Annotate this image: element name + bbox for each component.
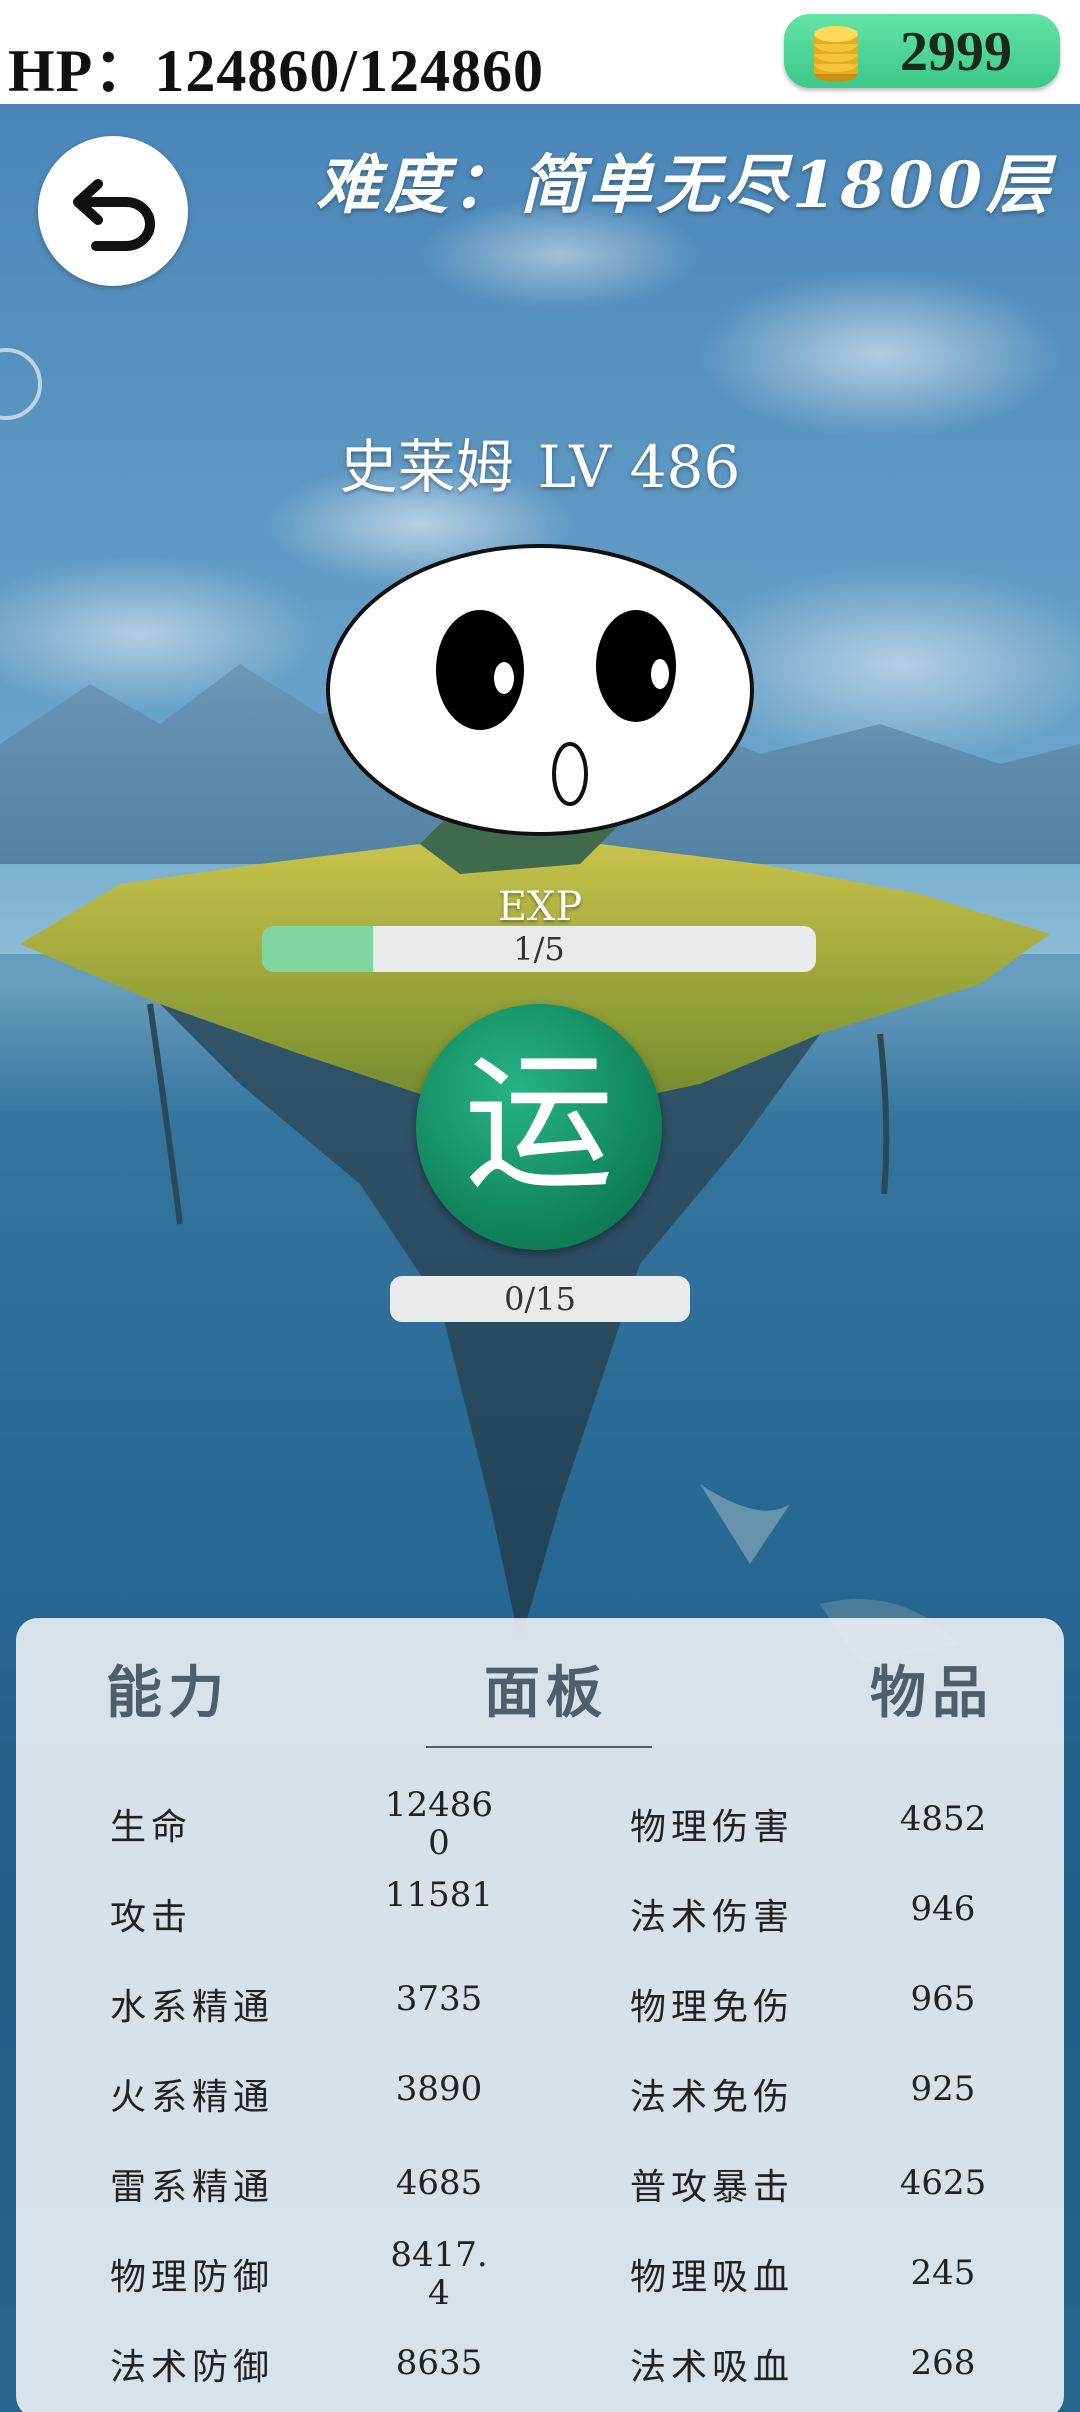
- tab-items[interactable]: 物品: [870, 1648, 994, 1729]
- top-bar: HP：124860/124860 2999: [0, 0, 1080, 104]
- monster-name: 史莱姆: [339, 433, 514, 501]
- stat-value: 268: [910, 2343, 976, 2383]
- stat-label: 物理吸血: [630, 2257, 795, 2298]
- stat-value: 11581: [384, 1875, 494, 1915]
- stat-label: 生命: [110, 1807, 193, 1848]
- stat-value: 3890: [395, 2069, 483, 2109]
- battle-scene: 难度：简单无尽1800层 史莱姆 LV 486 EXP 1/5 运 0/15 能力…: [0, 104, 1080, 2412]
- stat-value: 8417.4: [390, 2235, 488, 2313]
- stat-label: 物理伤害: [630, 1807, 795, 1848]
- back-button[interactable]: [38, 136, 188, 286]
- stat-value: 124860: [384, 1785, 494, 1863]
- exp-progress-bar: 1/5: [262, 926, 816, 972]
- coin-count: 2999: [900, 21, 1012, 83]
- stat-label: 普攻暴击: [630, 2167, 795, 2208]
- tab-ability[interactable]: 能力: [106, 1648, 230, 1729]
- stat-value: 4852: [899, 1799, 987, 1839]
- stat-label: 物理免伤: [630, 1987, 795, 2028]
- stat-label: 法术防御: [110, 2347, 275, 2388]
- hp-readout: HP：124860/124860: [8, 38, 544, 104]
- monster-level: LV 486: [537, 433, 741, 501]
- stat-value: 245: [910, 2253, 976, 2293]
- stat-label: 法术伤害: [630, 1897, 795, 1938]
- stats-panel: 能力 面板 物品 生命 124860 攻击 11581 水系精通 3735 火系…: [16, 1618, 1064, 2412]
- stat-label: 攻击: [110, 1897, 193, 1938]
- stat-label: 雷系精通: [110, 2167, 275, 2208]
- coin-counter: 2999: [784, 14, 1060, 88]
- stat-value: 925: [910, 2069, 976, 2109]
- gold-coin-stack-icon: [814, 26, 858, 82]
- difficulty-label: 难度：简单无尽1800层: [315, 148, 1054, 223]
- monster-title: 史莱姆 LV 486: [0, 420, 1080, 504]
- stat-label: 法术免伤: [630, 2077, 795, 2118]
- slime-monster[interactable]: [322, 540, 758, 840]
- cooldown-progress-bar: 0/15: [390, 1276, 690, 1322]
- luck-action-button[interactable]: 运: [416, 1004, 662, 1250]
- tab-panel[interactable]: 面板: [484, 1648, 608, 1729]
- stat-value: 3735: [395, 1979, 483, 2019]
- exp-progress-text: 1/5: [513, 930, 565, 968]
- stat-value: 4685: [395, 2163, 483, 2203]
- return-arrow-icon: [73, 179, 155, 251]
- stat-label: 水系精通: [110, 1987, 275, 2028]
- active-tab-underline: [426, 1746, 652, 1748]
- stat-value: 965: [910, 1979, 976, 2019]
- stat-label: 火系精通: [110, 2077, 275, 2118]
- stat-label: 法术吸血: [630, 2347, 795, 2388]
- exp-label: EXP: [497, 884, 583, 930]
- stat-value: 946: [910, 1889, 976, 1929]
- stat-value: 4625: [899, 2163, 987, 2203]
- stat-label: 物理防御: [110, 2257, 275, 2298]
- cooldown-progress-text: 0/15: [504, 1280, 576, 1318]
- stat-value: 8635: [395, 2343, 483, 2383]
